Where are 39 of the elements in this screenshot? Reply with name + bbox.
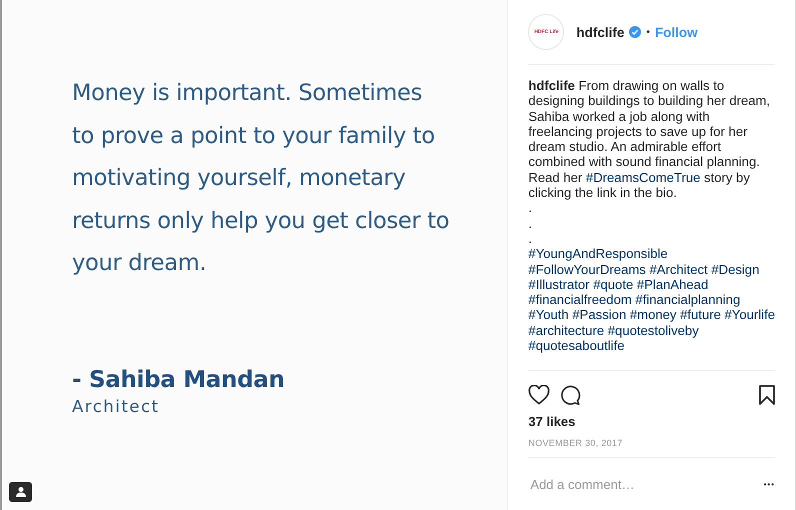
post-date: NOVEMBER 30, 2017 <box>528 438 775 458</box>
hashtag-link[interactable]: #quotestoliveby <box>608 322 699 338</box>
likes-count: 37 likes <box>528 414 576 429</box>
hashtag-link[interactable]: #Architect <box>649 262 708 277</box>
comment-button[interactable] <box>560 384 582 406</box>
hashtag-link[interactable]: #Yourlife <box>724 307 775 322</box>
dot-text: . <box>528 216 532 231</box>
author-name: - Sahiba Mandan <box>72 366 286 392</box>
caption-text: hdfclife From drawing on walls to designing buildings to building her dream, Sahiba worked a job along with freelancing projects to save up for her dream studio. An admirable effort combined with sound financial planning. Read her #DreamsComeTrue story by clicking the link in the bio. <box>528 78 772 200</box>
dot-text: . <box>528 200 532 216</box>
hashtag-link[interactable]: #FollowYourDreams <box>528 262 646 277</box>
bookmark-icon <box>759 385 775 405</box>
user-tag-button[interactable] <box>9 482 32 502</box>
separator: • <box>646 26 650 38</box>
hashtag-link[interactable]: #Design <box>711 262 760 277</box>
hashtag-link[interactable]: #Passion <box>572 307 626 322</box>
speech-bubble-icon <box>560 384 582 406</box>
hashtag-link[interactable]: #quote <box>593 276 634 292</box>
quote-text: Money is important. Sometimes to prove a point to your family to motivating yourself, monetary returns only help you get closer to your dream. <box>72 79 450 278</box>
hashtag-link[interactable]: #money <box>630 307 676 322</box>
hashtag-link[interactable]: #YoungAndResponsible <box>528 246 668 262</box>
heart-icon <box>528 385 550 405</box>
hashtag-link[interactable]: #future <box>680 307 721 322</box>
hashtag-link[interactable]: #financialfreedom <box>528 292 632 308</box>
more-button[interactable]: ••• <box>764 480 775 488</box>
comment-field[interactable]: Add a comment… <box>528 476 764 492</box>
hashtag-link[interactable]: #quotesaboutlife <box>528 338 625 354</box>
person-icon <box>14 486 26 498</box>
username[interactable]: hdfclife <box>576 24 624 40</box>
hashtag-link[interactable]: #DreamsComeTrue <box>586 170 700 185</box>
hashtag-link[interactable]: #PlanAhead <box>636 276 708 292</box>
save-button[interactable] <box>759 385 775 405</box>
dot-text: . <box>528 230 532 246</box>
hashtag-link[interactable]: #Youth <box>528 307 569 322</box>
author-role: Architect <box>72 396 160 416</box>
hashtag-link[interactable]: #Illustrator <box>528 276 590 292</box>
hashtag-link[interactable]: #financialplanning <box>635 292 740 308</box>
like-button[interactable] <box>528 385 550 405</box>
hashtag-link[interactable]: #architecture <box>528 322 604 338</box>
